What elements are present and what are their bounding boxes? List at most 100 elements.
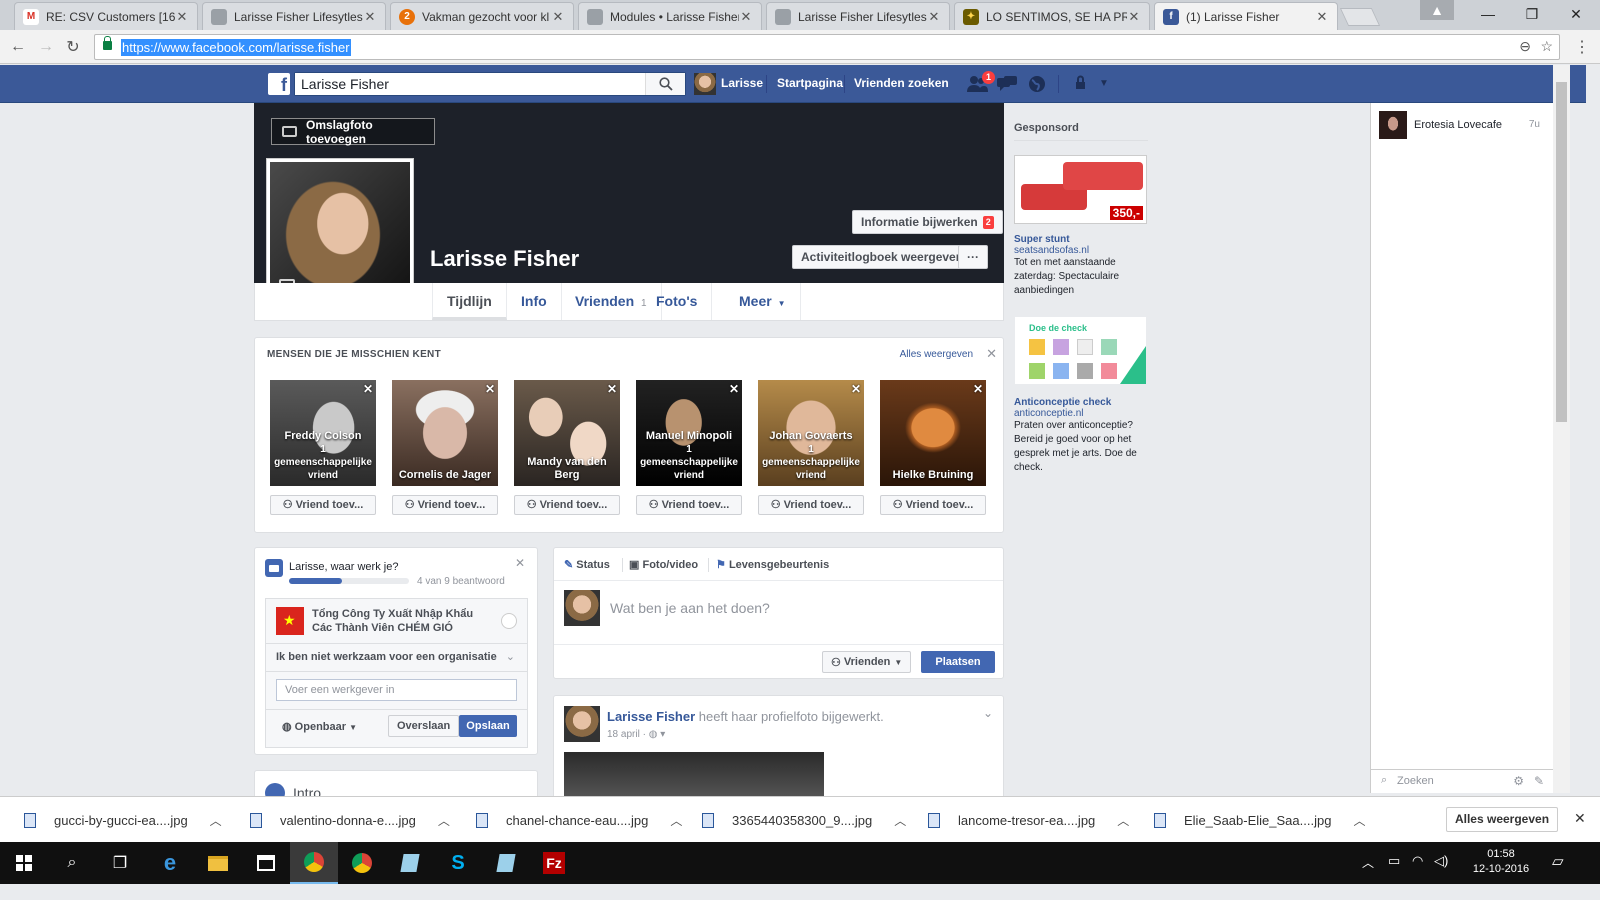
person-photo[interactable]: ✕ Mandy van den Berg [514,380,620,486]
chevron-up-icon[interactable]: ︿ [1353,812,1365,829]
post-options-chevron-down-icon[interactable]: ⌄ [983,706,993,720]
restore-button[interactable]: ❐ [1510,0,1554,28]
chrome-alt-icon[interactable] [338,842,386,884]
close-icon[interactable]: ✕ [927,9,941,25]
add-friend-button[interactable]: ⚇ Vriend toev... [270,495,376,515]
tab-photos[interactable]: Foto's [642,283,713,320]
system-clock[interactable]: 01:58 12-10-2016 [1468,847,1534,877]
tab-info[interactable]: Info [507,283,562,320]
person-photo[interactable]: ✕ Freddy Colson 1 gemeenschappelijke vrie… [270,380,376,486]
user-icon[interactable]: ▲ [1420,0,1454,20]
notifications-globe-icon[interactable] [1028,75,1048,93]
sofa-ad-image[interactable]: 350,- [1014,155,1147,224]
store-icon[interactable] [242,842,290,884]
browser-tab-gmail[interactable]: M RE: CSV Customers [1610 ✕ [14,2,198,30]
select-company-radio[interactable] [501,613,517,629]
url-text[interactable]: https://www.facebook.com/larisse.fisher [121,39,351,56]
person-name[interactable]: Johan Govaerts [758,430,864,443]
edge-browser-icon[interactable]: e [146,842,194,884]
chevron-down-icon[interactable]: ⌄ [506,650,515,663]
profile-name[interactable]: Larisse Fisher [430,246,579,272]
close-icon[interactable]: ✕ [1315,9,1329,25]
browser-tab-facebook[interactable]: f (1) Larisse Fisher ✕ [1154,2,1338,30]
account-menu-chevron-down-icon[interactable]: ▼ [1099,78,1119,96]
life-event-tab[interactable]: ⚑ Levensgebeurtenis [716,558,829,571]
audience-globe-icon[interactable]: ◍ ▾ [649,729,666,740]
close-icon[interactable]: ✕ [551,9,565,25]
close-icon[interactable]: ✕ [729,382,739,396]
windows-start-icon[interactable] [0,842,48,884]
close-window-button[interactable]: ✕ [1554,0,1598,28]
person-name[interactable]: Cornelis de Jager [392,469,498,482]
post-author[interactable]: Larisse Fisher [607,709,695,724]
close-icon[interactable]: ✕ [973,382,983,396]
save-button[interactable]: Opslaan [459,715,517,737]
chevron-up-icon[interactable]: ︿ [1362,854,1374,871]
menu-icon[interactable]: ⋮ [1572,37,1592,57]
skip-button[interactable]: Overslaan [388,715,460,737]
person-photo[interactable]: ✕ Cornelis de Jager [392,380,498,486]
ad-title[interactable]: Anticonceptie check [1014,397,1148,408]
chevron-up-icon[interactable]: ︿ [1117,812,1129,829]
contraception-ad-image[interactable]: Doe de check [1014,316,1147,385]
file-explorer-icon[interactable] [194,842,242,884]
add-friend-button[interactable]: ⚇ Vriend toev... [636,495,742,515]
person-name[interactable]: Hielke Bruining [880,469,986,482]
download-item[interactable]: gucci-by-gucci-ea....jpg ︿ [24,797,222,843]
person-photo[interactable]: ✕ Johan Govaerts 1 gemeenschappelijke vri… [758,380,864,486]
add-cover-photo-button[interactable]: Omslagfoto toevoegen [271,118,435,146]
avatar[interactable] [694,73,716,95]
back-button[interactable]: ← [8,37,28,57]
suggested-company[interactable]: Tổng Công Ty Xuất Nhập Khẩu Các Thành Vi… [312,607,492,635]
new-tab-button[interactable] [1339,8,1381,26]
chat-contact-name[interactable]: Erotesia Lovecafe [1414,119,1502,131]
chevron-up-icon[interactable]: ︿ [894,812,906,829]
close-icon[interactable]: ✕ [851,382,861,396]
ad-title[interactable]: Super stunt [1014,234,1148,245]
find-friends-link[interactable]: Vrienden zoeken [854,76,949,90]
ad-domain[interactable]: anticonceptie.nl [1014,408,1148,419]
add-friend-button[interactable]: ⚇ Vriend toev... [392,495,498,515]
close-icon[interactable]: ✕ [986,346,997,362]
search-icon[interactable]: ⌕ [48,842,96,884]
close-icon[interactable]: ✕ [363,382,373,396]
skype-icon[interactable]: S [434,842,482,884]
notifications-icon[interactable]: ▱ [1552,852,1564,870]
filezilla-icon[interactable]: Fz [530,842,578,884]
task-view-icon[interactable]: ❐ [96,842,144,884]
add-friend-button[interactable]: ⚇ Vriend toev... [514,495,620,515]
person-photo[interactable]: ✕ Manuel Minopoli 1 gemeenschappelijke vr… [636,380,742,486]
person-name[interactable]: Mandy van den Berg [514,456,620,482]
tab-more[interactable]: Meer ▼ [725,283,801,320]
browser-tab-joomla-1[interactable]: Larisse Fisher Lifesytlesh ✕ [202,2,386,30]
bookmark-star-icon[interactable]: ☆ [1540,38,1553,55]
browser-tab-lo-sentimos[interactable]: ✦ LO SENTIMOS, SE HA PR ✕ [954,2,1150,30]
person-name[interactable]: Manuel Minopoli [636,430,742,443]
pymk-see-all-link[interactable]: Alles weergeven [900,349,973,360]
audience-selector[interactable]: ⚇ Vrienden ▼ [822,651,912,673]
post-button[interactable]: Plaatsen [921,651,995,673]
download-item[interactable]: Elie_Saab-Elie_Saa....jpg ︿ [1154,797,1365,843]
status-tab[interactable]: ✎ Status [564,558,610,571]
forward-button[interactable]: → [36,37,56,57]
home-link[interactable]: Startpagina [777,76,843,90]
reload-button[interactable]: ↻ [63,37,83,57]
scrollbar-thumb[interactable] [1556,82,1567,422]
chevron-up-icon[interactable]: ︿ [438,812,450,829]
close-icon[interactable]: ✕ [739,9,753,25]
profile-link[interactable]: Larisse [721,76,763,90]
facebook-logo-icon[interactable]: f [268,73,290,95]
status-input[interactable]: Wat ben je aan het doen? [610,600,770,616]
search-input[interactable] [295,73,645,95]
messages-icon[interactable] [996,75,1017,93]
search-icon[interactable] [645,73,685,95]
person-photo[interactable]: ✕ Hielke Bruining [880,380,986,486]
browser-tab-joomla-2[interactable]: Larisse Fisher Lifesytlesh ✕ [766,2,950,30]
chrome-icon[interactable] [290,842,338,884]
chevron-up-icon[interactable]: ︿ [210,812,222,829]
close-icon[interactable]: ✕ [515,556,525,570]
download-item[interactable]: lancome-tresor-ea....jpg ︿ [928,797,1129,843]
ad-domain[interactable]: seatsandsofas.nl [1014,245,1148,256]
volume-icon[interactable]: ◁) [1434,853,1448,869]
notepad-icon[interactable] [386,842,434,884]
